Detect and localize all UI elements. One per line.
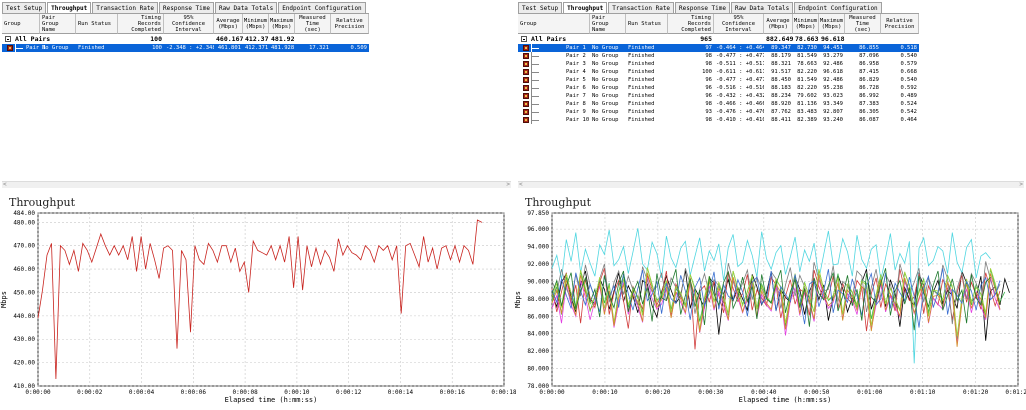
x-tick-label: 0:00:18 [491, 389, 517, 396]
y-axis-label: Mbps [514, 291, 522, 308]
plot-area [37, 212, 505, 387]
y-tick-label: 480.00 [13, 219, 35, 226]
x-tick-label: 0:01:00 [857, 389, 883, 396]
throughput-chart: 78.00080.00082.00084.00086.00088.00090.0… [514, 210, 1026, 404]
x-tick-label: 0:00:10 [284, 389, 310, 396]
y-tick-label: 96.000 [527, 226, 549, 233]
x-tick-label: 0:00:02 [77, 389, 103, 396]
y-tick-label: 82.000 [527, 348, 549, 355]
left-panel: Test Setup Throughput Transaction Rate Resp… [0, 0, 517, 410]
y-tick-label: 86.000 [527, 313, 549, 320]
y-tick-label: 440.00 [13, 313, 35, 320]
y-tick-label: 450.00 [13, 289, 35, 296]
x-tick-label: 0:00:00 [539, 389, 565, 396]
y-tick-label: 430.00 [13, 336, 35, 343]
x-tick-label: 0:00:08 [232, 389, 258, 396]
throughput-chart: 410.00420.00430.00440.00450.00460.00470.… [0, 210, 517, 404]
x-tick-label: 0:00:40 [751, 389, 777, 396]
y-tick-label: 484.00 [13, 210, 35, 217]
x-tick-label: 0:00:06 [181, 389, 207, 396]
y-tick-label: 420.00 [13, 360, 35, 367]
x-tick-label: 0:01:28 [1005, 389, 1026, 396]
x-tick-label: 0:00:50 [804, 389, 830, 396]
x-axis-label: Elapsed time (h:mm:ss) [739, 396, 832, 404]
y-tick-label: 470.00 [13, 243, 35, 250]
y-tick-label: 88.000 [527, 296, 549, 303]
y-tick-label: 90.000 [527, 278, 549, 285]
x-tick-label: 0:01:10 [910, 389, 936, 396]
x-tick-label: 0:00:00 [25, 389, 51, 396]
x-tick-label: 0:00:04 [129, 389, 155, 396]
y-tick-label: 84.000 [527, 331, 549, 338]
x-tick-label: 0:00:30 [698, 389, 724, 396]
y-tick-label: 97.850 [527, 210, 549, 217]
y-tick-label: 94.000 [527, 244, 549, 251]
right-panel: Test Setup Throughput Transaction Rate Resp… [514, 0, 1026, 410]
x-tick-label: 0:00:10 [592, 389, 618, 396]
x-tick-label: 0:00:14 [388, 389, 414, 396]
x-tick-label: 0:00:16 [440, 389, 466, 396]
x-tick-label: 0:00:20 [645, 389, 671, 396]
y-tick-label: 92.000 [527, 261, 549, 268]
x-tick-label: 0:01:20 [963, 389, 989, 396]
x-tick-label: 0:00:12 [336, 389, 362, 396]
y-tick-label: 460.00 [13, 266, 35, 273]
y-tick-label: 80.000 [527, 366, 549, 373]
y-axis-label: Mbps [0, 291, 8, 308]
x-axis-label: Elapsed time (h:mm:ss) [225, 396, 318, 404]
